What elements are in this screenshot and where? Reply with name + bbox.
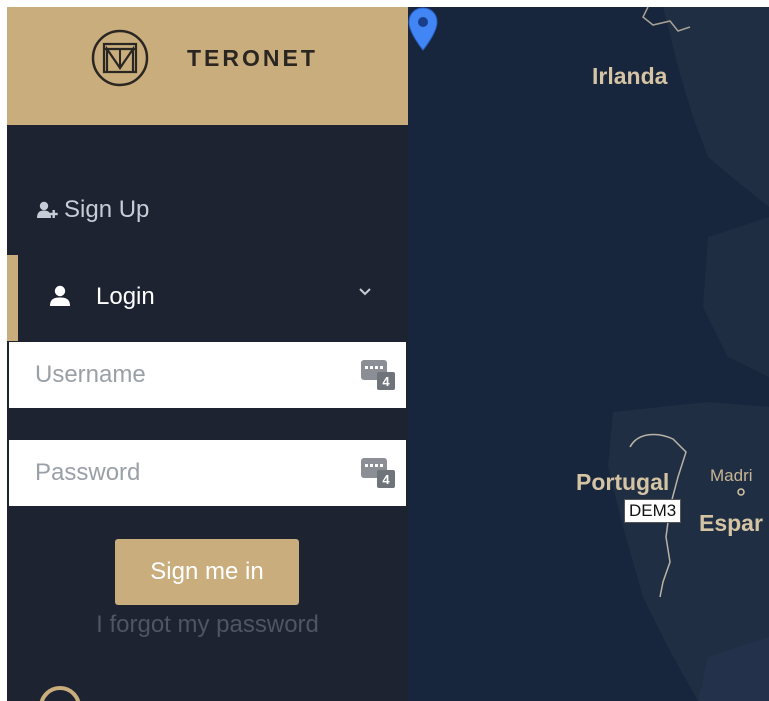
active-indicator <box>7 255 18 341</box>
virtual-keyboard-icon[interactable]: 4 <box>361 360 395 390</box>
nav-sign-up[interactable]: Sign Up <box>7 183 408 237</box>
map-label-espana: Espar <box>699 510 763 536</box>
username-field: 4 <box>9 342 406 408</box>
circle-icon <box>39 686 81 701</box>
marker-label[interactable]: DEM3 <box>624 499 682 523</box>
chevron-down-icon[interactable] <box>358 287 372 297</box>
nav-sign-up-label: Sign Up <box>64 196 150 223</box>
sign-in-button[interactable]: Sign me in <box>115 539 299 605</box>
user-plus-icon <box>37 201 58 218</box>
map-pin-icon[interactable] <box>408 7 438 51</box>
map-terrain <box>608 7 769 701</box>
nav-login[interactable]: Login <box>7 255 408 341</box>
land-france <box>703 217 769 377</box>
svg-text:4: 4 <box>382 472 390 487</box>
username-input[interactable] <box>9 342 349 408</box>
password-field: 4 <box>9 440 406 506</box>
brand-name: TERONET <box>187 45 318 71</box>
map-view[interactable]: Irlanda Madri Portugal Espar DEM3 <box>408 7 769 701</box>
app-window: TERONET Sign Up Login Username 4 4 Sign … <box>7 7 769 701</box>
brand-header: TERONET <box>7 7 408 125</box>
forgot-password-link[interactable]: I forgot my password <box>7 611 408 639</box>
map-label-irlanda: Irlanda <box>592 63 668 89</box>
nav-login-label: Login <box>96 283 155 310</box>
map-label-madrid: Madri <box>710 466 753 485</box>
password-input[interactable] <box>9 440 349 506</box>
user-icon <box>50 285 70 306</box>
land-britain <box>663 7 769 207</box>
virtual-keyboard-icon[interactable]: 4 <box>361 458 395 488</box>
svg-text:4: 4 <box>382 374 390 389</box>
sidebar: TERONET Sign Up Login Username 4 4 Sign … <box>7 7 408 701</box>
map-label-portugal: Portugal <box>576 469 670 495</box>
tm-monogram-logo-icon <box>91 29 149 87</box>
